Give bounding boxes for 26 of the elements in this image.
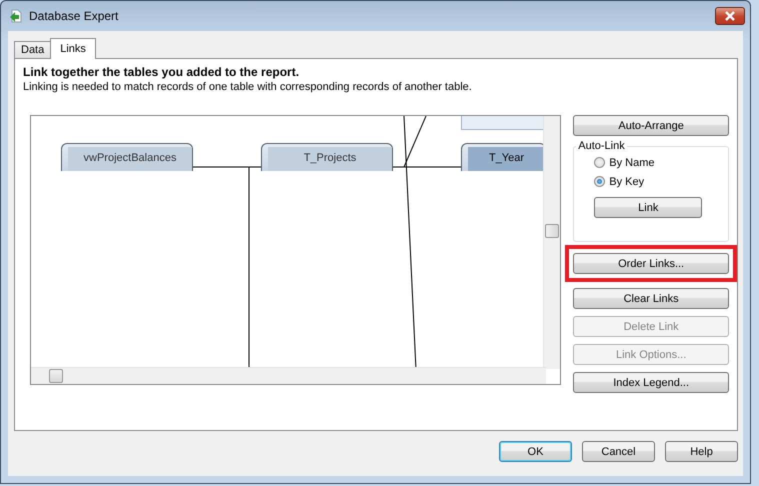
group-title: Auto-Link: [576, 140, 627, 152]
horizontal-scrollbar[interactable]: [31, 367, 546, 384]
close-icon: [724, 11, 736, 21]
radio-label[interactable]: By Name: [609, 156, 654, 168]
table-node[interactable]: vwProjectBalances: [61, 143, 193, 171]
table-node[interactable]: T_Projects: [261, 143, 393, 171]
dialog-button[interactable]: Cancel: [582, 441, 655, 462]
dialog-button[interactable]: Help: [665, 441, 738, 462]
auto-arrange-button[interactable]: Auto-Arrange: [573, 115, 729, 136]
heading: Link together the tables you added to the report.: [23, 65, 300, 79]
table-node[interactable]: T_Year: [461, 143, 546, 171]
vertical-scrollbar[interactable]: [543, 116, 560, 369]
tab[interactable]: Data: [14, 41, 52, 58]
dialog-button[interactable]: OK: [499, 441, 572, 462]
close-button[interactable]: [715, 7, 745, 25]
action-button[interactable]: Index Legend...: [573, 372, 729, 393]
window-title: Database Expert: [29, 9, 120, 23]
database-icon: [9, 9, 23, 23]
action-button[interactable]: Order Links...: [573, 253, 729, 274]
description: Linking is needed to match records of one table with corresponding records of another table.: [23, 81, 473, 93]
action-button[interactable]: Clear Links: [573, 288, 729, 309]
tab[interactable]: Links: [50, 38, 96, 59]
radio-button[interactable]: [594, 157, 606, 168]
radio-label[interactable]: By Key: [609, 176, 644, 188]
link-button[interactable]: Link: [594, 197, 702, 218]
radio-button[interactable]: [594, 176, 606, 187]
